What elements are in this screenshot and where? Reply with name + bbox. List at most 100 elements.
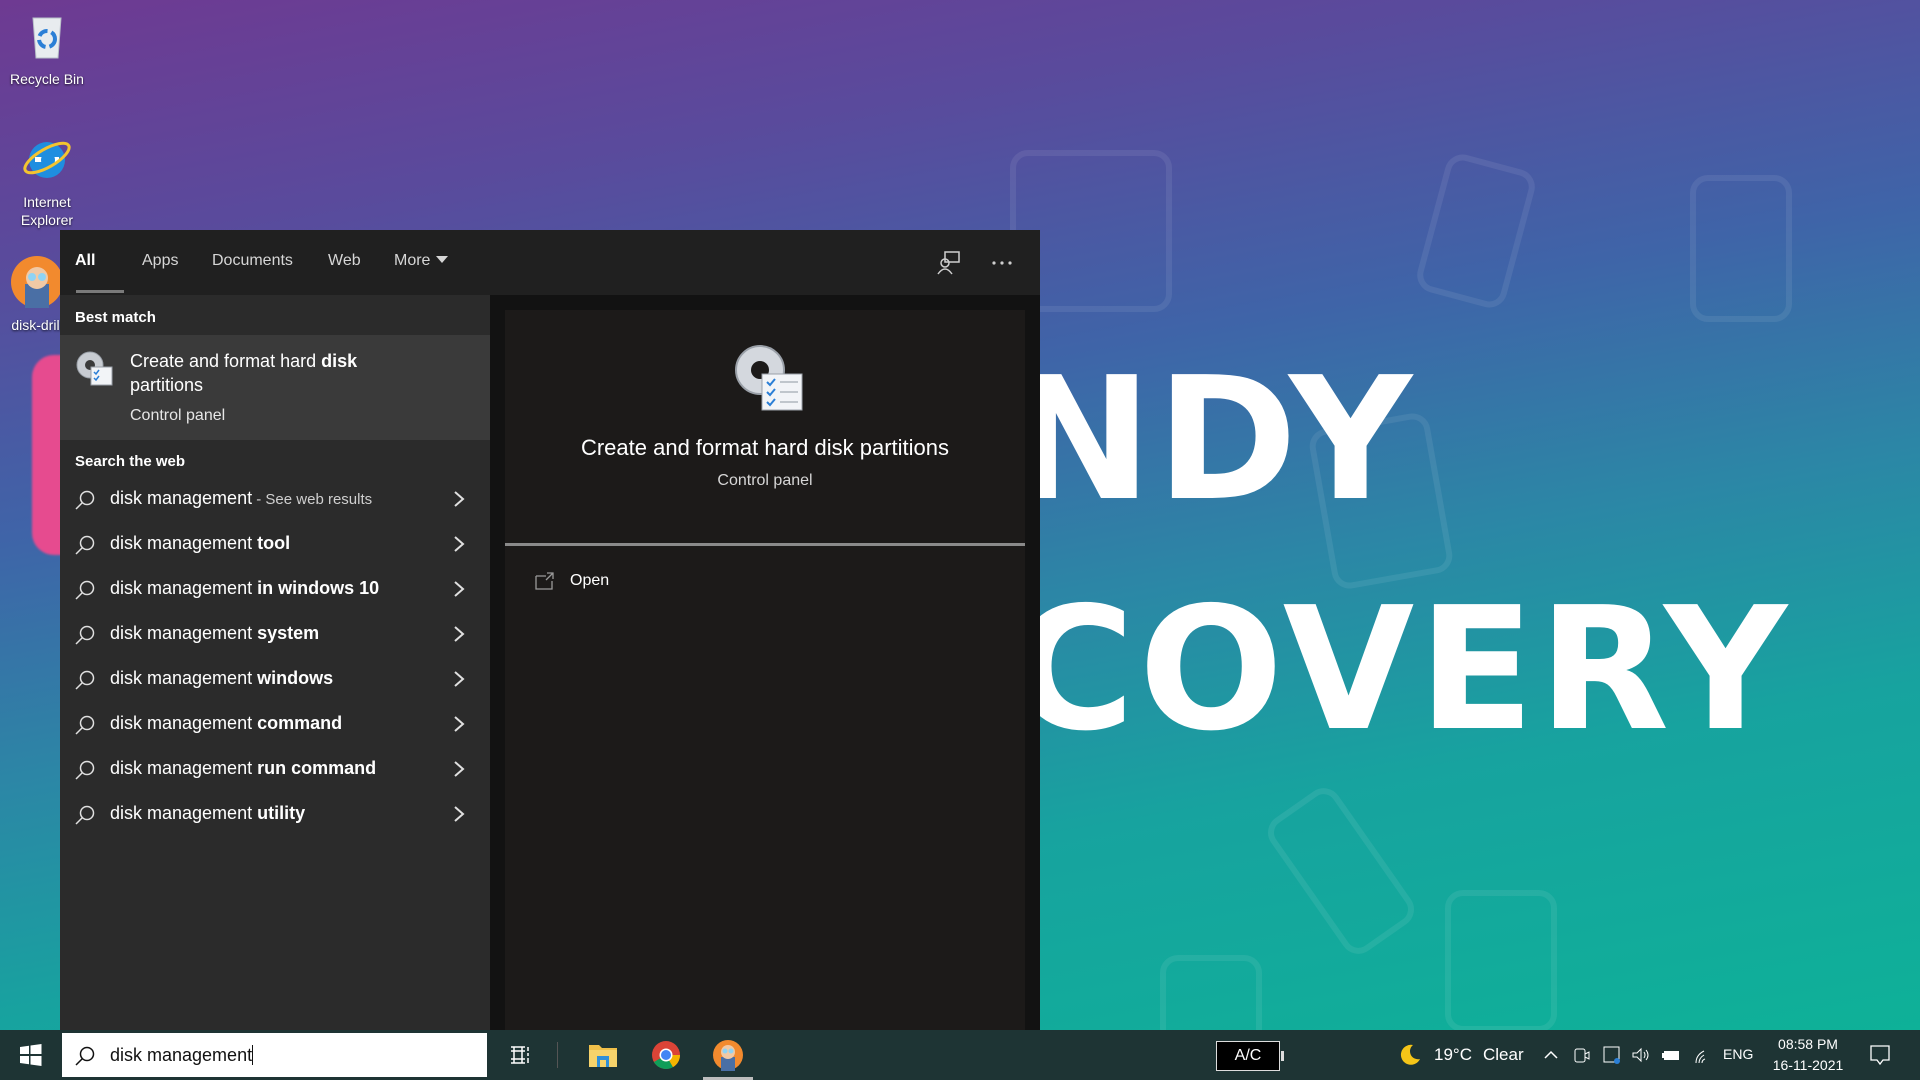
clock[interactable]: 08:58 PM 16-11-2021 xyxy=(1768,1034,1848,1076)
windows-start-icon[interactable] xyxy=(0,1030,60,1080)
moon-icon[interactable] xyxy=(1398,1043,1422,1067)
text-cursor xyxy=(252,1045,254,1065)
desktop-icon-label: Recycle Bin xyxy=(10,71,84,87)
battery-icon[interactable] xyxy=(1661,1045,1681,1065)
suggestion-text: disk management command xyxy=(110,713,342,734)
search-icon xyxy=(75,535,95,555)
open-icon xyxy=(535,572,554,590)
preview-divider xyxy=(505,543,1025,546)
title-suffix: partitions xyxy=(130,375,204,395)
suggestion-text: disk management in windows 10 xyxy=(110,578,379,599)
weather-temp[interactable]: 19°C xyxy=(1434,1045,1472,1065)
preview-subtitle: Control panel xyxy=(717,472,813,489)
tab-documents[interactable]: Documents xyxy=(212,252,293,270)
search-flyout: All Apps Documents Web More Best match C… xyxy=(60,230,1040,1030)
suggestion-base: disk management xyxy=(110,578,258,598)
suggestion-text: disk management system xyxy=(110,623,319,644)
suggestion-text: disk management tool xyxy=(110,533,290,554)
weather-condition[interactable]: Clear xyxy=(1483,1045,1524,1065)
camera-icon[interactable] xyxy=(1572,1045,1592,1065)
suggestion-bold: command xyxy=(257,713,343,733)
title-prefix: Create and format hard xyxy=(130,351,322,371)
chevron-right-icon[interactable] xyxy=(452,624,466,644)
taskbar-separator xyxy=(557,1042,558,1068)
suggestion-suffix: - See web results xyxy=(252,491,373,508)
web-suggestion-item[interactable]: disk management command xyxy=(60,702,490,747)
feedback-icon[interactable] xyxy=(935,250,963,276)
web-suggestion-item[interactable]: disk management windows xyxy=(60,657,490,702)
disk-drill-icon xyxy=(11,256,63,308)
control-panel-disk-icon xyxy=(735,345,803,411)
suggestion-base: disk management xyxy=(110,668,258,688)
notification-center-icon[interactable] xyxy=(1868,1043,1892,1067)
suggestion-text: disk management run command xyxy=(110,758,376,779)
task-view-icon[interactable] xyxy=(503,1038,537,1072)
tab-all[interactable]: All xyxy=(75,252,95,270)
suggestion-text: disk management - See web results xyxy=(110,488,372,509)
flyout-header: All Apps Documents Web More xyxy=(60,230,1040,295)
web-suggestion-item[interactable]: disk management in windows 10 xyxy=(60,567,490,612)
wallpaper-contact-shape xyxy=(1690,175,1792,322)
more-options-icon[interactable] xyxy=(988,250,1016,276)
taskbar: disk management A/C 19°C Clear ENG 08:58… xyxy=(0,1030,1920,1080)
results-panel: Best match Create and format hard disk p… xyxy=(60,295,490,1030)
tab-web[interactable]: Web xyxy=(328,252,361,270)
web-suggestion-item[interactable]: disk management system xyxy=(60,612,490,657)
open-label: Open xyxy=(570,572,610,589)
disk-drill-icon[interactable] xyxy=(711,1038,745,1072)
web-suggestion-item[interactable]: disk management run command xyxy=(60,747,490,792)
control-panel-disk-icon xyxy=(76,351,113,386)
chrome-icon[interactable] xyxy=(649,1038,683,1072)
best-match-result[interactable]: Create and format hard disk partitions C… xyxy=(60,335,490,440)
file-explorer-icon[interactable] xyxy=(586,1038,620,1072)
chevron-up-icon[interactable] xyxy=(1541,1045,1561,1065)
wallpaper-text-line1: NDY xyxy=(1010,341,1417,539)
open-button[interactable]: Open xyxy=(505,560,1025,604)
web-suggestion-item[interactable]: disk management utility xyxy=(60,792,490,837)
recycle-bin-icon xyxy=(32,17,62,59)
internet-explorer-icon xyxy=(23,141,71,178)
suggestion-bold: utility xyxy=(257,803,306,823)
active-tab-indicator xyxy=(76,290,124,293)
wallpaper-text-line2: COVERY xyxy=(1010,571,1792,769)
wallpaper-video-shape xyxy=(1445,890,1557,1032)
suggestion-bold: in windows 10 xyxy=(257,578,380,598)
wallpaper-usb-shape xyxy=(1260,781,1422,961)
volume-icon[interactable] xyxy=(1631,1045,1651,1065)
wifi-icon[interactable] xyxy=(1692,1045,1712,1065)
suggestion-base: disk management xyxy=(110,713,258,733)
ac-power-badge[interactable]: A/C xyxy=(1216,1041,1284,1071)
chevron-right-icon[interactable] xyxy=(452,579,466,599)
desktop-icon-recycle-bin[interactable]: Recycle Bin xyxy=(4,8,90,87)
tab-more-label: More xyxy=(394,252,431,269)
desktop-icon-label: Internet Explorer xyxy=(20,194,74,228)
chevron-right-icon[interactable] xyxy=(452,534,466,554)
wallpaper-phone-shape xyxy=(1413,150,1539,312)
web-suggestion-item[interactable]: disk management tool xyxy=(60,522,490,567)
sync-icon[interactable] xyxy=(1602,1045,1622,1065)
search-icon xyxy=(75,760,95,780)
tab-apps[interactable]: Apps xyxy=(142,252,178,270)
chevron-right-icon[interactable] xyxy=(452,759,466,779)
search-icon xyxy=(75,490,95,510)
chevron-down-icon xyxy=(436,256,449,263)
taskbar-search-input[interactable]: disk management xyxy=(62,1033,487,1077)
desktop-icon-internet-explorer[interactable]: Internet Explorer xyxy=(4,130,90,229)
chevron-right-icon[interactable] xyxy=(452,714,466,734)
tab-more[interactable]: More xyxy=(394,252,449,270)
search-input-value: disk management xyxy=(110,1045,254,1066)
chevron-right-icon[interactable] xyxy=(452,804,466,824)
suggestion-text: disk management windows xyxy=(110,668,333,689)
suggestion-base: disk management xyxy=(110,803,258,823)
clock-date: 16-11-2021 xyxy=(1772,1057,1844,1073)
search-icon xyxy=(75,805,95,825)
suggestion-base: disk management xyxy=(110,623,258,643)
chevron-right-icon[interactable] xyxy=(452,489,466,509)
language-indicator[interactable]: ENG xyxy=(1723,1046,1753,1062)
web-suggestion-item[interactable]: disk management - See web results xyxy=(60,477,490,522)
chevron-right-icon[interactable] xyxy=(452,669,466,689)
preview-panel: Create and format hard disk partitions C… xyxy=(490,295,1040,1030)
search-icon xyxy=(75,715,95,735)
preview-title: Create and format hard disk partitions xyxy=(580,435,950,460)
best-match-subtitle: Control panel xyxy=(130,407,226,424)
